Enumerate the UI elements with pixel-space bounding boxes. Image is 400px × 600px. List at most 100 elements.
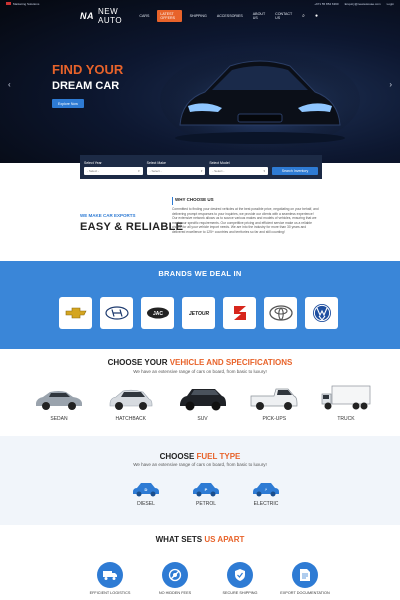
vehicle-label-sedan: SEDAN <box>50 416 68 422</box>
hero-banner: Marketing Solutions +971 55 854 6360 Enq… <box>0 0 400 163</box>
hero-title-line2: DREAM CAR <box>52 80 120 92</box>
nav-item-latest-offers[interactable]: LATEST OFFERS <box>157 10 182 22</box>
topbar-email[interactable]: Enquiry@newautouae.com <box>345 2 381 6</box>
chevron-down-icon: ▾ <box>138 169 140 173</box>
nav-item-cars[interactable]: CARS <box>137 13 151 19</box>
apart-title-part1: WHAT SETS <box>155 535 205 544</box>
vehicle-type-sedan[interactable]: SEDAN <box>30 383 88 422</box>
no-fees-icon <box>162 562 188 588</box>
vehicle-title-part2: VEHICLE AND SPECIFICATIONS <box>169 358 293 367</box>
vehicle-subtitle: We have an extensive range of cars on bo… <box>133 369 267 374</box>
vehicle-section-title: CHOOSE YOUR VEHICLE AND SPECIFICATIONS <box>0 358 400 367</box>
vehicle-type-pickups[interactable]: PICK-UPS <box>245 383 303 422</box>
apart-title-part2: US APART <box>204 535 245 544</box>
truck-icon <box>321 385 371 410</box>
hero-car-image <box>160 50 360 150</box>
why-left-block: WE MAKE CAR EXPORTS EASY & RELIABLE <box>80 213 183 233</box>
vehicle-type-suv[interactable]: SUV <box>174 383 232 422</box>
suv-icon <box>179 389 226 411</box>
nav-item-accessories[interactable]: ACCESSORIES <box>215 13 245 19</box>
logo-mark-icon: NA <box>80 11 94 21</box>
user-icon[interactable]: ● <box>313 12 320 20</box>
petrol-badge-text: P <box>205 487 208 492</box>
logistics-icon <box>97 562 123 588</box>
brand-chevrolet-logo[interactable] <box>59 297 92 329</box>
model-select-value: - Select - <box>212 169 225 173</box>
feature-no-hidden-fees: NO HIDDEN FEES <box>145 562 205 595</box>
hatchback-icon <box>109 389 153 410</box>
topbar-phone[interactable]: +971 55 854 6360 <box>314 2 338 6</box>
topbar-left-text: Marketing Solutions <box>13 1 40 6</box>
fuel-type-electric[interactable]: ⚡ ELECTRIC <box>246 480 286 507</box>
search-icon[interactable]: ⌕ <box>300 12 307 20</box>
feature-label-no-fees: NO HIDDEN FEES <box>158 591 192 595</box>
feature-label-logistics: EFFICIENT LOGISTICS <box>89 591 131 595</box>
brands-title: BRANDS WE DEAL IN <box>158 269 242 278</box>
carousel-prev-icon[interactable]: ‹ <box>8 80 11 89</box>
fuel-subtitle: We have an extensive range of cars on bo… <box>133 462 267 467</box>
feature-efficient-logistics: EFFICIENT LOGISTICS <box>80 562 140 595</box>
hero-title-line1: FIND YOUR <box>52 62 124 77</box>
logo-text: NEW AUTO <box>98 7 123 25</box>
model-select[interactable]: - Select - ▾ <box>209 167 269 175</box>
diesel-car-icon: D <box>133 483 159 497</box>
vehicle-label-pickups: PICK-UPS <box>262 416 287 422</box>
language-flag-icon[interactable] <box>6 2 11 5</box>
fuel-type-petrol[interactable]: P PETROL <box>186 480 226 507</box>
feature-secure-shipping: SECURE SHIPPING <box>210 562 270 595</box>
electric-car-icon: ⚡ <box>253 483 279 497</box>
brand-jac-logo[interactable]: JAC <box>141 297 174 329</box>
electric-badge-text: ⚡ <box>264 487 267 493</box>
brand-hyundai-logo[interactable] <box>100 297 133 329</box>
feature-label-secure-shipping: SECURE SHIPPING <box>222 591 258 595</box>
year-select-value: - Select - <box>87 169 100 173</box>
why-title: WHY CHOOSE US <box>175 197 214 202</box>
why-heading: EASY & RELIABLE <box>80 221 184 233</box>
brand-toyota-logo[interactable] <box>264 297 297 329</box>
vehicle-type-list: SEDAN HATCHBACK SUV PICK-UPS TRUCK <box>30 383 375 422</box>
make-label: Select Make <box>146 161 166 165</box>
petrol-car-icon: P <box>193 483 219 497</box>
year-select[interactable]: - Select - ▾ <box>84 167 143 175</box>
nav-item-contact-us[interactable]: CONTACT US <box>273 11 294 21</box>
search-inventory-button[interactable]: Search Inventory <box>272 167 319 175</box>
title-accent-bar <box>172 197 173 205</box>
main-nav: NA NEW AUTO CARS LATEST OFFERS SHIPPING … <box>0 7 400 25</box>
make-select-value: - Select - <box>149 169 162 173</box>
apart-feature-list: EFFICIENT LOGISTICS NO HIDDEN FEES SECUR… <box>80 562 335 595</box>
brand-jetour-logo[interactable]: JETOUR <box>182 297 215 329</box>
nav-item-about-us[interactable]: ABOUT US <box>251 11 267 21</box>
apart-section-title: WHAT SETS US APART <box>0 535 400 544</box>
brand-volkswagen-logo[interactable] <box>305 297 338 329</box>
why-kicker: WE MAKE CAR EXPORTS <box>80 213 136 218</box>
vehicle-type-truck[interactable]: TRUCK <box>317 383 375 422</box>
why-choose-us-block: WHY CHOOSE US Committed to finding your … <box>172 197 320 235</box>
site-logo[interactable]: NA NEW AUTO <box>80 7 137 25</box>
fuel-type-diesel[interactable]: D DIESEL <box>126 480 166 507</box>
vehicle-type-hatchback[interactable]: HATCHBACK <box>102 383 160 422</box>
chevron-down-icon: ▾ <box>200 169 203 173</box>
vehicle-label-truck: TRUCK <box>337 416 355 422</box>
carousel-next-icon[interactable]: › <box>389 80 392 89</box>
documentation-icon <box>292 562 318 588</box>
why-text: Committed to finding your desired vehicl… <box>172 207 319 234</box>
feature-label-documentation: EXPORT DOCUMENTATION <box>280 591 330 595</box>
nav-item-shipping[interactable]: SHIPPING <box>188 13 209 19</box>
top-bar: Marketing Solutions +971 55 854 6360 Enq… <box>0 0 400 7</box>
feature-export-documentation: EXPORT DOCUMENTATION <box>275 562 335 595</box>
inventory-search-bar: Select Year - Select - ▾ Select Make - Se… <box>80 155 322 179</box>
diesel-badge-text: D <box>145 487 148 492</box>
vehicle-label-hatchback: HATCHBACK <box>115 416 146 422</box>
vehicle-label-suv: SUV <box>197 416 208 422</box>
fuel-type-section: CHOOSE FUEL TYPE We have an extensive ra… <box>0 436 400 525</box>
year-label: Select Year <box>84 161 102 165</box>
explore-now-button[interactable]: Explore Now <box>52 99 84 108</box>
brand-suzuki-logo[interactable] <box>223 297 256 329</box>
topbar-login[interactable]: Login <box>387 2 394 6</box>
vehicle-title-part1: CHOOSE YOUR <box>107 358 170 367</box>
jetour-logo-text: JETOUR <box>188 311 209 317</box>
brands-section: BRANDS WE DEAL IN JAC JETOUR <box>0 261 400 349</box>
secure-shipping-icon <box>227 562 253 588</box>
make-select[interactable]: - Select - ▾ <box>146 167 206 175</box>
chevron-down-icon: ▾ <box>263 169 266 173</box>
